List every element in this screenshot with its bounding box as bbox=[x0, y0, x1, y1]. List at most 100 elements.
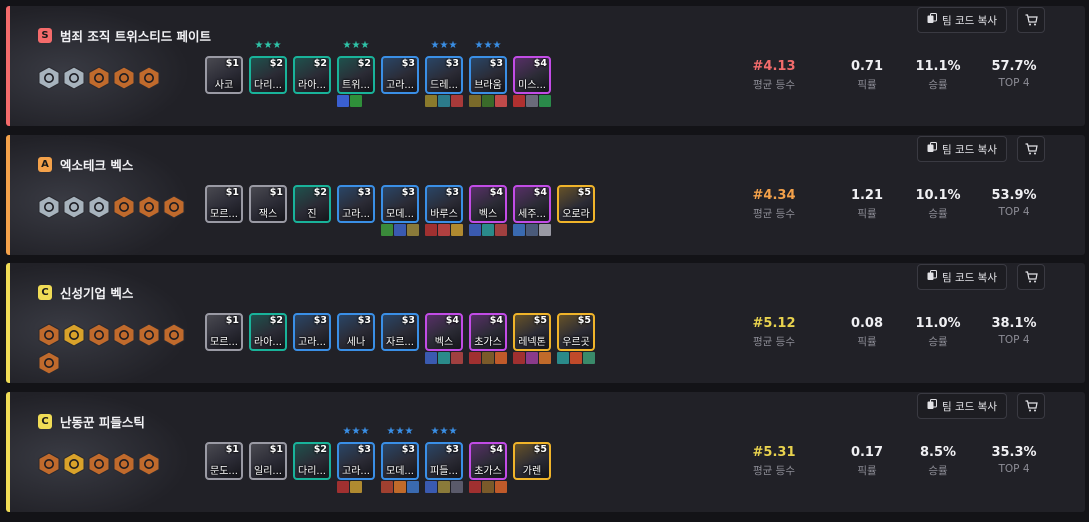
unit-card[interactable]: ★★★ $3 피들... bbox=[425, 426, 463, 493]
trait-icon[interactable] bbox=[63, 323, 85, 347]
item-icon[interactable] bbox=[539, 224, 551, 236]
champion-portrait[interactable]: $3 드레... bbox=[425, 56, 463, 94]
item-icon[interactable] bbox=[513, 352, 525, 364]
champion-portrait[interactable]: $3 바루스 bbox=[425, 185, 463, 223]
trait-icon[interactable] bbox=[113, 66, 135, 90]
unit-card[interactable]: $1 문도... bbox=[205, 442, 243, 480]
champion-portrait[interactable]: $2 진 bbox=[293, 185, 331, 223]
champion-portrait[interactable]: $3 고라... bbox=[337, 185, 375, 223]
trait-icon[interactable] bbox=[88, 452, 110, 476]
unit-card[interactable]: $2 다리... bbox=[293, 442, 331, 480]
trait-icon[interactable] bbox=[63, 66, 85, 90]
item-icon[interactable] bbox=[513, 224, 525, 236]
item-icon[interactable] bbox=[425, 481, 437, 493]
unit-card[interactable]: $4 벡스 bbox=[469, 185, 507, 236]
comp-title[interactable]: 엑소테크 벡스 bbox=[60, 155, 133, 174]
trait-icon[interactable] bbox=[63, 195, 85, 219]
item-icon[interactable] bbox=[482, 352, 494, 364]
champion-portrait[interactable]: $3 모데... bbox=[381, 185, 419, 223]
item-icon[interactable] bbox=[526, 95, 538, 107]
unit-card[interactable]: $3 자르... bbox=[381, 313, 419, 351]
trait-icon[interactable] bbox=[113, 195, 135, 219]
item-icon[interactable] bbox=[583, 352, 595, 364]
item-icon[interactable] bbox=[425, 95, 437, 107]
trait-icon[interactable] bbox=[88, 66, 110, 90]
item-icon[interactable] bbox=[482, 95, 494, 107]
champion-portrait[interactable]: $3 브라움 bbox=[469, 56, 507, 94]
unit-card[interactable]: $1 모르... bbox=[205, 313, 243, 351]
champion-portrait[interactable]: $3 피들... bbox=[425, 442, 463, 480]
item-icon[interactable] bbox=[438, 95, 450, 107]
unit-card[interactable]: $4 초가스 bbox=[469, 313, 507, 364]
champion-portrait[interactable]: $4 초가스 bbox=[469, 442, 507, 480]
champion-portrait[interactable]: $3 고라... bbox=[293, 313, 331, 351]
champion-portrait[interactable]: $1 잭스 bbox=[249, 185, 287, 223]
unit-card[interactable]: $5 가렌 bbox=[513, 442, 551, 480]
champion-portrait[interactable]: $5 가렌 bbox=[513, 442, 551, 480]
item-icon[interactable] bbox=[451, 481, 463, 493]
champion-portrait[interactable]: $1 사코 bbox=[205, 56, 243, 94]
champion-portrait[interactable]: $4 미스... bbox=[513, 56, 551, 94]
item-icon[interactable] bbox=[438, 481, 450, 493]
item-icon[interactable] bbox=[425, 224, 437, 236]
item-icon[interactable] bbox=[394, 224, 406, 236]
trait-icon[interactable] bbox=[88, 323, 110, 347]
trait-icon[interactable] bbox=[38, 323, 60, 347]
item-icon[interactable] bbox=[539, 352, 551, 364]
unit-card[interactable]: ★★★ $3 고라... bbox=[337, 426, 375, 493]
item-icon[interactable] bbox=[438, 352, 450, 364]
unit-card[interactable]: $1 사코 bbox=[205, 56, 243, 94]
unit-card[interactable]: $2 라아... bbox=[293, 56, 331, 94]
unit-card[interactable]: $3 세나 bbox=[337, 313, 375, 351]
item-icon[interactable] bbox=[350, 481, 362, 493]
item-icon[interactable] bbox=[438, 224, 450, 236]
champion-portrait[interactable]: $1 일리... bbox=[249, 442, 287, 480]
cart-button[interactable] bbox=[1017, 393, 1045, 419]
trait-icon[interactable] bbox=[88, 195, 110, 219]
item-icon[interactable] bbox=[570, 352, 582, 364]
trait-icon[interactable] bbox=[38, 195, 60, 219]
unit-card[interactable]: $1 모르... bbox=[205, 185, 243, 223]
trait-icon[interactable] bbox=[138, 323, 160, 347]
trait-icon[interactable] bbox=[63, 452, 85, 476]
item-icon[interactable] bbox=[495, 224, 507, 236]
unit-card[interactable]: $5 우르곳 bbox=[557, 313, 595, 364]
champion-portrait[interactable]: $5 레넥톤 bbox=[513, 313, 551, 351]
champion-portrait[interactable]: $5 오로라 bbox=[557, 185, 595, 223]
item-icon[interactable] bbox=[407, 224, 419, 236]
copy-team-code-button[interactable]: 팀 코드 복사 bbox=[917, 7, 1007, 33]
item-icon[interactable] bbox=[557, 352, 569, 364]
champion-portrait[interactable]: $2 라아... bbox=[249, 313, 287, 351]
item-icon[interactable] bbox=[337, 481, 349, 493]
item-icon[interactable] bbox=[495, 95, 507, 107]
item-icon[interactable] bbox=[425, 352, 437, 364]
champion-portrait[interactable]: $3 세나 bbox=[337, 313, 375, 351]
trait-icon[interactable] bbox=[163, 323, 185, 347]
champion-portrait[interactable]: $3 자르... bbox=[381, 313, 419, 351]
comp-card[interactable]: A 엑소테크 벡스 $1 모르... $1 잭스 $2 진 $3 고라... $3 모데... $3… bbox=[6, 135, 1085, 255]
champion-portrait[interactable]: $4 벡스 bbox=[469, 185, 507, 223]
trait-icon[interactable] bbox=[113, 452, 135, 476]
item-icon[interactable] bbox=[451, 224, 463, 236]
comp-title[interactable]: 범죄 조직 트위스티드 페이트 bbox=[60, 26, 211, 45]
copy-team-code-button[interactable]: 팀 코드 복사 bbox=[917, 264, 1007, 290]
item-icon[interactable] bbox=[469, 481, 481, 493]
item-icon[interactable] bbox=[526, 224, 538, 236]
unit-card[interactable]: $3 모데... bbox=[381, 185, 419, 236]
unit-card[interactable]: ★★★ $3 드레... bbox=[425, 40, 463, 107]
comp-title[interactable]: 난동꾼 피들스틱 bbox=[60, 412, 145, 431]
item-icon[interactable] bbox=[513, 95, 525, 107]
item-icon[interactable] bbox=[394, 481, 406, 493]
unit-card[interactable]: $4 미스... bbox=[513, 56, 551, 107]
trait-icon[interactable] bbox=[138, 195, 160, 219]
unit-card[interactable]: $4 초가스 bbox=[469, 442, 507, 493]
champion-portrait[interactable]: $2 다리... bbox=[293, 442, 331, 480]
cart-button[interactable] bbox=[1017, 136, 1045, 162]
unit-card[interactable]: $4 세주... bbox=[513, 185, 551, 236]
item-icon[interactable] bbox=[495, 481, 507, 493]
champion-portrait[interactable]: $4 세주... bbox=[513, 185, 551, 223]
item-icon[interactable] bbox=[337, 95, 349, 107]
unit-card[interactable]: $3 고라... bbox=[381, 56, 419, 94]
item-icon[interactable] bbox=[451, 95, 463, 107]
item-icon[interactable] bbox=[451, 352, 463, 364]
